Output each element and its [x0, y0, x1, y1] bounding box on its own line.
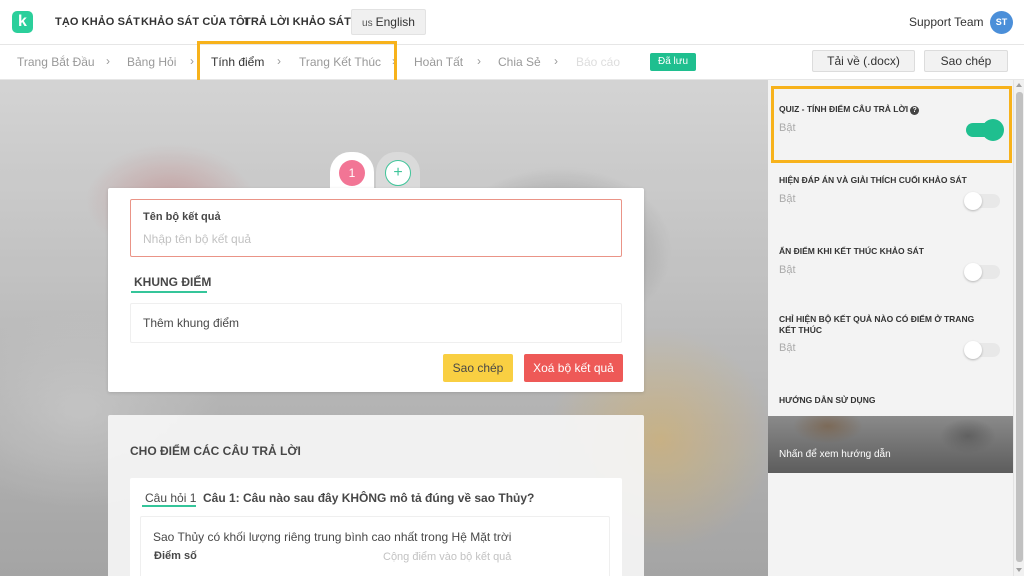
step-separator: ›	[106, 54, 110, 68]
step-bar: Trang Bắt Đầu › Bảng Hỏi › Tính điểm › T…	[0, 45, 1024, 80]
language-label: English	[375, 15, 415, 29]
user-avatar[interactable]: ST	[990, 11, 1013, 34]
question-card: Câu hỏi 1 Câu 1: Câu nào sau đây KHÔNG m…	[130, 478, 622, 576]
question-badge-underline	[142, 505, 196, 507]
score-label: Điểm số	[154, 550, 197, 562]
answer-option-text: Sao Thủy có khối lượng riêng trung bình …	[153, 530, 512, 544]
scroll-down-icon[interactable]	[1016, 568, 1022, 572]
step-complete[interactable]: Hoàn Tất	[414, 55, 463, 69]
guide-title: HƯỚNG DẪN SỬ DỤNG	[779, 395, 876, 405]
result-name-field: Tên bộ kết quả	[130, 199, 622, 257]
result-set-tabs: 1 +	[330, 152, 424, 194]
nav-create-survey[interactable]: TẠO KHẢO SÁT	[55, 16, 140, 28]
answer-option: Sao Thủy có khối lượng riêng trung bình …	[140, 516, 610, 576]
result-name-input[interactable]	[143, 230, 603, 248]
copy-result-button[interactable]: Sao chép	[443, 354, 513, 382]
result-name-label: Tên bộ kết quả	[143, 211, 221, 223]
app-logo[interactable]: k	[12, 11, 33, 33]
scoring-workspace: 1 + Tên bộ kết quả KHUNG ĐIỂM Thêm khung…	[0, 80, 768, 576]
toggle-knob	[964, 192, 982, 210]
score-frame-title: KHUNG ĐIỂM	[134, 275, 212, 289]
step-separator: ›	[477, 54, 481, 68]
hide-score-title: ẨN ĐIỂM KHI KẾT THÚC KHẢO SÁT	[779, 246, 924, 256]
nav-answer-survey[interactable]: TRẢ LỜI KHẢO SÁT	[244, 16, 351, 28]
guide-banner[interactable]: Nhấn để xem hướng dẫn	[768, 416, 1013, 473]
toggle-knob	[964, 341, 982, 359]
scored-results-only-status: Bật	[779, 342, 796, 354]
result-tab-number: 1	[339, 160, 365, 186]
scroll-up-icon[interactable]	[1016, 83, 1022, 87]
language-selector[interactable]: us English	[351, 9, 426, 35]
answer-scoring-title: CHO ĐIỂM CÁC CÂU TRẢ LỜI	[130, 444, 301, 458]
add-score-frame-button[interactable]: Thêm khung điểm	[130, 303, 622, 343]
show-answers-title: HIỆN ĐÁP ÁN VÀ GIẢI THÍCH CUỐI KHẢO SÁT	[779, 175, 967, 185]
question-text: Câu 1: Câu nào sau đây KHÔNG mô tả đúng …	[203, 491, 535, 505]
question-badge: Câu hỏi 1	[145, 491, 197, 505]
hide-score-status: Bật	[779, 264, 796, 276]
result-tab-1[interactable]: 1	[330, 152, 374, 192]
scroll-thumb[interactable]	[1016, 92, 1023, 562]
us-flag-icon: us	[362, 18, 373, 29]
score-frame-underline	[131, 291, 207, 293]
show-answers-status: Bật	[779, 193, 796, 205]
sidebar-scrollbar[interactable]	[1013, 80, 1024, 576]
step-questionnaire[interactable]: Bảng Hỏi	[127, 55, 176, 69]
copy-survey-button[interactable]: Sao chép	[924, 50, 1008, 72]
step-separator: ›	[554, 54, 558, 68]
nav-my-surveys[interactable]: KHẢO SÁT CỦA TÔI	[141, 16, 248, 28]
step-start-page[interactable]: Trang Bắt Đầu	[17, 55, 95, 69]
quiz-option-highlight-frame	[771, 86, 1012, 163]
result-set-card: Tên bộ kết quả KHUNG ĐIỂM Thêm khung điể…	[108, 188, 644, 392]
download-docx-button[interactable]: Tải về (.docx)	[812, 50, 915, 72]
score-input[interactable]: Cộng điểm vào bộ kết quả	[383, 551, 511, 563]
toggle-knob	[964, 263, 982, 281]
step-report[interactable]: Báo cáo	[576, 55, 620, 69]
plus-icon: +	[385, 160, 411, 186]
scored-results-only-toggle[interactable]	[964, 341, 1000, 359]
show-answers-toggle[interactable]	[964, 192, 1000, 210]
answer-scoring-panel: CHO ĐIỂM CÁC CÂU TRẢ LỜI Câu hỏi 1 Câu 1…	[108, 415, 644, 576]
step-separator: ›	[190, 54, 194, 68]
saved-status-badge: Đã lưu	[650, 53, 696, 71]
add-result-tab[interactable]: +	[376, 152, 420, 192]
hide-score-toggle[interactable]	[964, 263, 1000, 281]
delete-result-button[interactable]: Xoá bộ kết quả	[524, 354, 623, 382]
step-share[interactable]: Chia Sẻ	[498, 55, 541, 69]
guide-link[interactable]: Nhấn để xem hướng dẫn	[779, 449, 891, 460]
top-navbar: k TẠO KHẢO SÁT KHẢO SÁT CỦA TÔI TRẢ LỜI …	[0, 0, 1024, 45]
team-name[interactable]: Support Team	[909, 15, 984, 29]
scored-results-only-title: CHỈ HIỆN BỘ KẾT QUẢ NÀO CÓ ĐIỂM Ở TRANG …	[779, 314, 975, 335]
